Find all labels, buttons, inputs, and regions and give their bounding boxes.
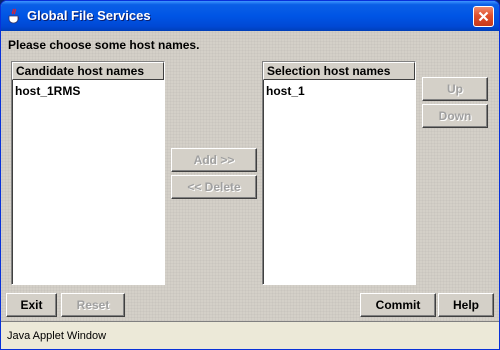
selection-list-header: Selection host names <box>263 62 415 80</box>
close-icon <box>478 11 489 22</box>
candidate-list-item[interactable]: host_1RMS <box>15 84 80 98</box>
status-text: Java Applet Window <box>7 330 107 342</box>
commit-button[interactable]: Commit <box>360 293 436 317</box>
down-button[interactable]: Down <box>422 104 488 128</box>
java-cup-icon <box>7 8 21 24</box>
delete-button[interactable]: << Delete <box>171 175 257 199</box>
reset-button[interactable]: Reset <box>61 293 125 317</box>
applet-window: Global File Services Please choose some … <box>0 0 500 350</box>
title-bar[interactable]: Global File Services <box>1 1 499 31</box>
status-bar: Java Applet Window <box>1 321 499 349</box>
close-button[interactable] <box>473 6 494 27</box>
candidate-list-header: Candidate host names <box>12 62 164 80</box>
selection-list-item[interactable]: host_1 <box>266 84 305 98</box>
candidate-list[interactable]: Candidate host names host_1RMS <box>11 61 165 285</box>
window-title: Global File Services <box>27 8 151 23</box>
exit-button[interactable]: Exit <box>6 293 57 317</box>
instruction-label: Please choose some host names. <box>8 38 200 52</box>
add-button[interactable]: Add >> <box>171 148 257 172</box>
up-button[interactable]: Up <box>422 77 488 101</box>
applet-content: Please choose some host names. Candidate… <box>1 31 499 349</box>
help-button[interactable]: Help <box>438 293 494 317</box>
selection-list[interactable]: Selection host names host_1 <box>262 61 416 285</box>
